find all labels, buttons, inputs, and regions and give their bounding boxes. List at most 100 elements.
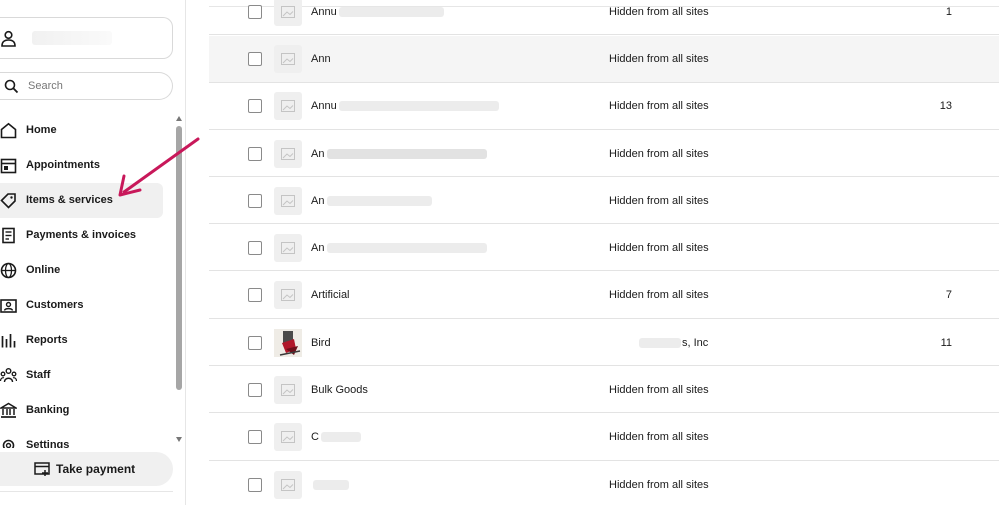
item-count: 1: [945, 6, 952, 18]
bar-chart-icon: [0, 332, 17, 349]
row-checkbox[interactable]: [248, 430, 262, 444]
redacted-text: [327, 243, 487, 253]
sidebar-item-label: Settings: [26, 439, 70, 448]
table-row[interactable]: Artificial Hidden from all sites 7: [209, 272, 999, 319]
sidebar-item-label: Customers: [26, 299, 84, 311]
redacted-text: [639, 338, 681, 348]
divider: [0, 491, 173, 492]
person-icon: [0, 30, 17, 52]
table-row[interactable]: Ann Hidden from all sites: [209, 36, 999, 83]
sidebar-item-settings[interactable]: Settings: [0, 428, 163, 448]
item-name[interactable]: Annu: [311, 100, 337, 112]
sidebar-item-label: Payments & invoices: [26, 229, 137, 241]
item-visibility: Hidden from all sites: [609, 479, 709, 491]
globe-icon: [0, 262, 17, 279]
item-visibility: s, Inc: [682, 337, 709, 349]
table-row[interactable]: C Hidden from all sites: [209, 414, 999, 461]
contact-card-icon: [0, 297, 17, 314]
account-name-redacted: [32, 31, 112, 45]
calendar-icon: [0, 157, 17, 174]
take-payment-icon: [34, 461, 50, 480]
sidebar-item-label: Online: [26, 264, 61, 276]
people-icon: [0, 367, 18, 384]
take-payment-button[interactable]: Take payment: [0, 452, 173, 486]
image-placeholder-icon: [274, 45, 302, 73]
sidebar-item-label: Items & services: [26, 194, 113, 206]
tag-icon: [0, 192, 17, 209]
item-photo: [274, 329, 302, 357]
search-box[interactable]: [0, 72, 173, 100]
item-count: 7: [945, 289, 952, 301]
home-icon: [0, 122, 17, 139]
row-checkbox[interactable]: [248, 52, 262, 66]
image-placeholder-icon: [274, 0, 302, 26]
image-placeholder-icon: [274, 92, 302, 120]
sidebar-item-reports[interactable]: Reports: [0, 323, 163, 358]
sidebar-item-label: Home: [26, 124, 57, 136]
sidebar-item-customers[interactable]: Customers: [0, 288, 163, 323]
item-visibility: Hidden from all sites: [609, 431, 709, 443]
search-input[interactable]: [28, 77, 158, 95]
item-visibility: Hidden from all sites: [609, 100, 709, 112]
redacted-text: [339, 101, 499, 111]
image-placeholder-icon: [274, 423, 302, 451]
item-visibility: Hidden from all sites: [609, 6, 709, 18]
redacted-text: [339, 7, 444, 17]
item-name[interactable]: Annu: [311, 6, 337, 18]
item-name[interactable]: C: [311, 431, 319, 443]
receipt-icon: [0, 227, 17, 244]
sidebar-item-banking[interactable]: Banking: [0, 393, 163, 428]
item-name[interactable]: Artificial: [311, 289, 350, 301]
item-name[interactable]: Ann: [311, 53, 331, 65]
table-row[interactable]: Annu Hidden from all sites 1: [209, 0, 999, 35]
image-placeholder-icon: [274, 187, 302, 215]
item-name[interactable]: Bulk Goods: [311, 384, 368, 396]
row-checkbox[interactable]: [248, 288, 262, 302]
account-switcher[interactable]: [0, 17, 173, 59]
image-placeholder-icon: [274, 234, 302, 262]
row-checkbox[interactable]: [248, 478, 262, 492]
table-row[interactable]: An Hidden from all sites: [209, 177, 999, 224]
bird-photo-icon: [274, 329, 302, 357]
row-checkbox[interactable]: [248, 147, 262, 161]
sidebar-item-label: Reports: [26, 334, 68, 346]
scroll-up-arrow-icon[interactable]: [176, 116, 182, 121]
item-visibility: Hidden from all sites: [609, 148, 709, 160]
item-name[interactable]: An: [311, 242, 324, 254]
sidebar: Home Appointments Items & services Payme…: [0, 0, 186, 505]
table-row[interactable]: An Hidden from all sites: [209, 224, 999, 271]
table-row[interactable]: Bird s, Inc 11: [209, 319, 999, 366]
gear-icon: [0, 437, 17, 448]
search-icon: [4, 79, 19, 99]
row-checkbox[interactable]: [248, 383, 262, 397]
table-row[interactable]: Bulk Goods Hidden from all sites: [209, 366, 999, 413]
table-row[interactable]: Annu Hidden from all sites 13: [209, 83, 999, 130]
bank-icon: [0, 402, 19, 419]
sidebar-item-label: Appointments: [26, 159, 100, 171]
row-checkbox[interactable]: [248, 336, 262, 350]
sidebar-item-online[interactable]: Online: [0, 253, 163, 288]
row-checkbox[interactable]: [248, 5, 262, 19]
table-row[interactable]: Hidden from all sites: [209, 461, 999, 505]
redacted-text: [327, 196, 432, 206]
sidebar-item-payments-invoices[interactable]: Payments & invoices: [0, 218, 163, 253]
item-visibility: Hidden from all sites: [609, 289, 709, 301]
item-name[interactable]: Bird: [311, 337, 331, 349]
row-checkbox[interactable]: [248, 194, 262, 208]
redacted-text: [327, 149, 487, 159]
item-name[interactable]: An: [311, 195, 324, 207]
image-placeholder-icon: [274, 140, 302, 168]
items-list: Annu Hidden from all sites 1 Ann Hidden …: [209, 0, 999, 505]
redacted-text: [313, 480, 349, 490]
row-checkbox[interactable]: [248, 241, 262, 255]
item-count: 13: [939, 100, 952, 112]
item-visibility: Hidden from all sites: [609, 384, 709, 396]
item-name[interactable]: An: [311, 148, 324, 160]
scroll-down-arrow-icon[interactable]: [176, 437, 182, 442]
sidebar-item-staff[interactable]: Staff: [0, 358, 163, 393]
sidebar-item-label: Staff: [26, 369, 51, 381]
item-visibility: Hidden from all sites: [609, 195, 709, 207]
image-placeholder-icon: [274, 471, 302, 499]
table-row[interactable]: An Hidden from all sites: [209, 130, 999, 177]
row-checkbox[interactable]: [248, 99, 262, 113]
